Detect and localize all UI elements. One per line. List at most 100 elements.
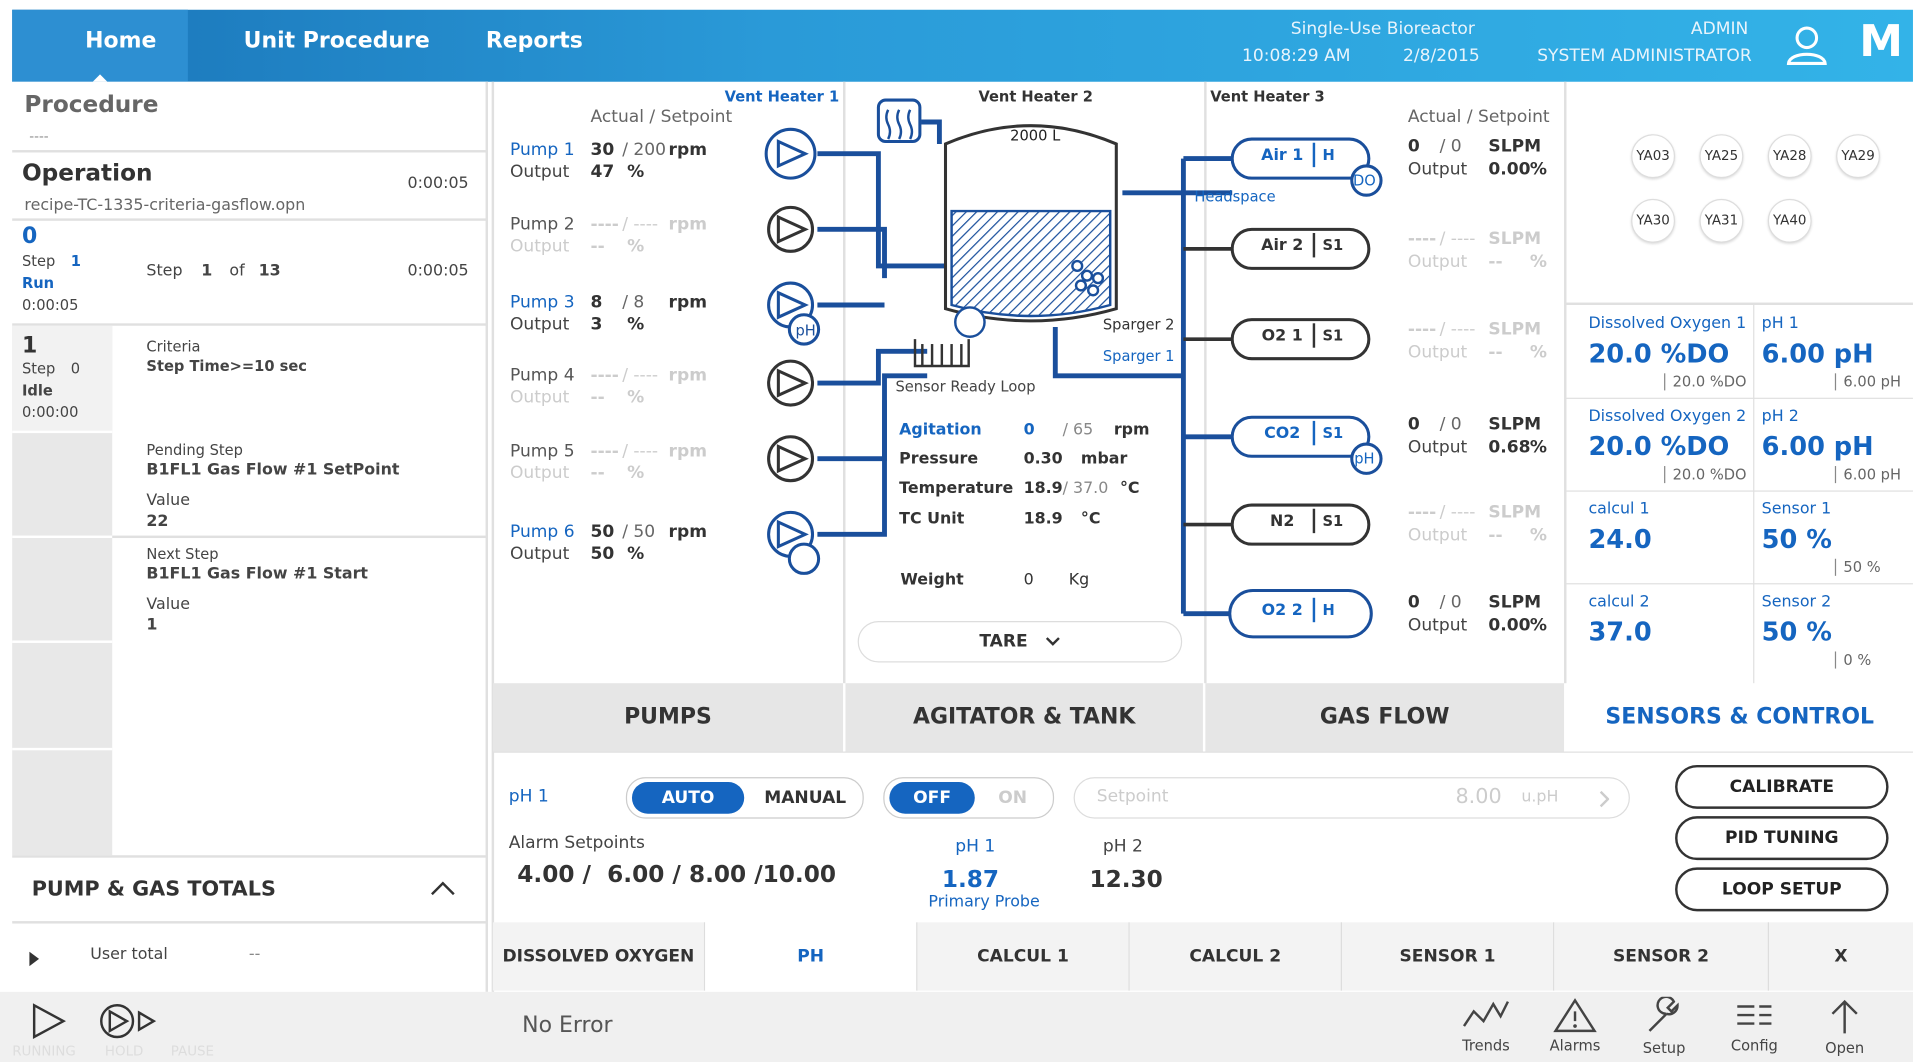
gas-name[interactable]: O2 2 [1254, 601, 1310, 619]
gas-name[interactable]: N2 [1254, 512, 1310, 530]
loop-setup-button[interactable]: LOOP SETUP [1675, 867, 1889, 912]
gas-setpoint[interactable]: / 0 [1440, 415, 1462, 435]
mode-auto-option[interactable]: AUTO [631, 782, 745, 814]
mode-manual-option[interactable]: MANUAL [749, 782, 861, 814]
sensor-value[interactable]: 50 % [1762, 525, 1832, 554]
svg-text:pH: pH [795, 323, 815, 340]
sensor-value[interactable]: 6.00 pH [1762, 432, 1874, 461]
tab-unit-procedure-editor[interactable]: Unit Procedure Editor [212, 10, 461, 117]
trends-button[interactable]: Trends [1452, 997, 1520, 1054]
pump-setpoint[interactable]: / 200 [622, 140, 666, 160]
status-badge[interactable]: YA40 [1767, 198, 1812, 243]
gas-output-label: Output [1407, 252, 1468, 273]
subtab-calcul-2[interactable]: CALCUL 2 [1129, 922, 1342, 991]
pid-tuning-button[interactable]: PID TUNING [1675, 816, 1889, 861]
tank-volume: 2000 L [1010, 126, 1061, 144]
tab-reports[interactable]: Reports [483, 10, 585, 82]
procedure-value: ---- [29, 128, 49, 144]
setpoint-field[interactable]: Setpoint 8.00 u.pH [1073, 777, 1630, 819]
headspace-label: Headspace [1194, 187, 1276, 205]
gas-actual: ---- [1407, 229, 1437, 249]
sensor-column-divider [1753, 305, 1755, 684]
gas-setpoint[interactable]: / 0 [1440, 137, 1462, 157]
power-toggle[interactable]: OFF ON [883, 777, 1055, 819]
next-step-value: B1FL1 Gas Flow #1 Start [146, 564, 369, 584]
sensor-value[interactable]: 50 % [1762, 617, 1832, 646]
sensor-value[interactable]: 20.0 %DO [1588, 339, 1729, 368]
alarm-setpoints-values[interactable]: 4.00 / 6.00 / 8.00 /10.00 [517, 861, 836, 888]
sensor-value[interactable]: 6.00 pH [1762, 339, 1874, 368]
gas-name[interactable]: Air 2 [1254, 237, 1310, 255]
subtab-x[interactable]: X [1769, 922, 1913, 991]
gas-actual: 0 [1407, 136, 1420, 157]
device-name: Single-Use Bioreactor [1290, 19, 1475, 40]
status-badge[interactable]: YA25 [1699, 134, 1744, 179]
status-badge[interactable]: YA31 [1699, 198, 1744, 243]
pump-output-label: Output [509, 387, 570, 408]
gas-setpoint[interactable]: / ---- [1440, 503, 1476, 523]
calibrate-button[interactable]: CALIBRATE [1675, 764, 1889, 809]
tab-home[interactable]: Home [12, 9, 188, 82]
tank-row-value: 18.9 [1023, 509, 1063, 529]
gas-output-value: 0.00 [1488, 159, 1531, 180]
pump-setpoint[interactable]: / ---- [622, 215, 658, 235]
run-icon[interactable] [29, 1002, 68, 1046]
pump-setpoint[interactable]: / 50 [622, 522, 655, 542]
setup-button[interactable]: Setup [1630, 995, 1698, 1057]
pump-actual: 8 [590, 292, 603, 313]
pump-name[interactable]: Pump 2 [510, 215, 575, 235]
collapse-chevron-icon[interactable] [429, 877, 456, 903]
tab-gas-flow[interactable]: GAS FLOW [1205, 683, 1565, 752]
pump-name[interactable]: Pump 1 [510, 140, 575, 160]
expand-arrow-icon[interactable] [29, 948, 40, 971]
mode-toggle[interactable]: AUTO MANUAL [625, 777, 864, 819]
subtab-sensor-1[interactable]: SENSOR 1 [1342, 922, 1555, 991]
gas-setpoint[interactable]: / ---- [1440, 320, 1476, 340]
gas-name[interactable]: Air 1 [1254, 146, 1310, 164]
status-badge[interactable]: YA03 [1631, 134, 1676, 179]
gas-setpoint[interactable]: / ---- [1440, 229, 1476, 249]
trends-label: Trends [1462, 1037, 1510, 1055]
open-button[interactable]: Open [1810, 997, 1878, 1057]
pump-setpoint[interactable]: / ---- [622, 366, 658, 386]
weight-label: Weight [900, 570, 964, 590]
subtab-calcul-1[interactable]: CALCUL 1 [917, 922, 1130, 991]
tank-row-setpoint[interactable]: / 65 [1063, 421, 1094, 439]
subtab-dissolved-oxygen[interactable]: DISSOLVED OXYGEN [492, 922, 706, 991]
status-badge[interactable]: YA29 [1836, 134, 1881, 179]
pump-name[interactable]: Pump 3 [510, 293, 575, 313]
sensor-sub: 20.0 %DO [1664, 466, 1747, 484]
power-on-option[interactable]: ON [975, 782, 1051, 814]
tank-row-setpoint[interactable]: / 37.0 [1063, 479, 1109, 497]
status-badge[interactable]: YA30 [1631, 198, 1676, 243]
sensor-value[interactable]: 37.0 [1588, 617, 1651, 646]
user-icon[interactable] [1785, 24, 1829, 70]
gas-name[interactable]: O2 1 [1254, 327, 1310, 345]
alarms-button[interactable]: Alarms [1541, 997, 1609, 1054]
sensor-value[interactable]: 24.0 [1588, 525, 1651, 554]
gas-header: Actual / Setpoint [1407, 107, 1550, 127]
pump-name[interactable]: Pump 6 [510, 522, 575, 542]
subtab-sensor-2[interactable]: SENSOR 2 [1554, 922, 1769, 991]
sensor-value[interactable]: 20.0 %DO [1588, 432, 1729, 461]
tank-row-value: 18.9 [1023, 479, 1063, 498]
tab-agitator-tank[interactable]: AGITATOR & TANK [845, 683, 1203, 752]
tank-row-unit: °C [1119, 479, 1140, 498]
pump-setpoint[interactable]: / 8 [622, 293, 644, 313]
pump-setpoint[interactable]: / ---- [622, 442, 658, 462]
hold-icon[interactable] [98, 1002, 159, 1046]
step-1-tile[interactable]: 1 Step 0 Idle 0:00:00 [12, 325, 113, 431]
tab-sensors-control[interactable]: SENSORS & CONTROL [1566, 683, 1913, 752]
config-button[interactable]: Config [1720, 997, 1788, 1054]
subtab-ph[interactable]: PH [705, 922, 918, 991]
step-0-tile[interactable]: 0 Step 1 Run 0:00:05 [12, 221, 112, 323]
gas-divider [1312, 597, 1316, 623]
gas-name[interactable]: CO2 [1254, 425, 1310, 443]
tab-pumps[interactable]: PUMPS [492, 683, 844, 752]
status-badge[interactable]: YA28 [1767, 134, 1812, 179]
tare-button[interactable]: TARE [857, 620, 1183, 663]
pump-name[interactable]: Pump 4 [510, 366, 575, 386]
power-off-option[interactable]: OFF [889, 782, 975, 814]
gas-setpoint[interactable]: / 0 [1440, 593, 1462, 613]
pump-name[interactable]: Pump 5 [510, 442, 575, 462]
